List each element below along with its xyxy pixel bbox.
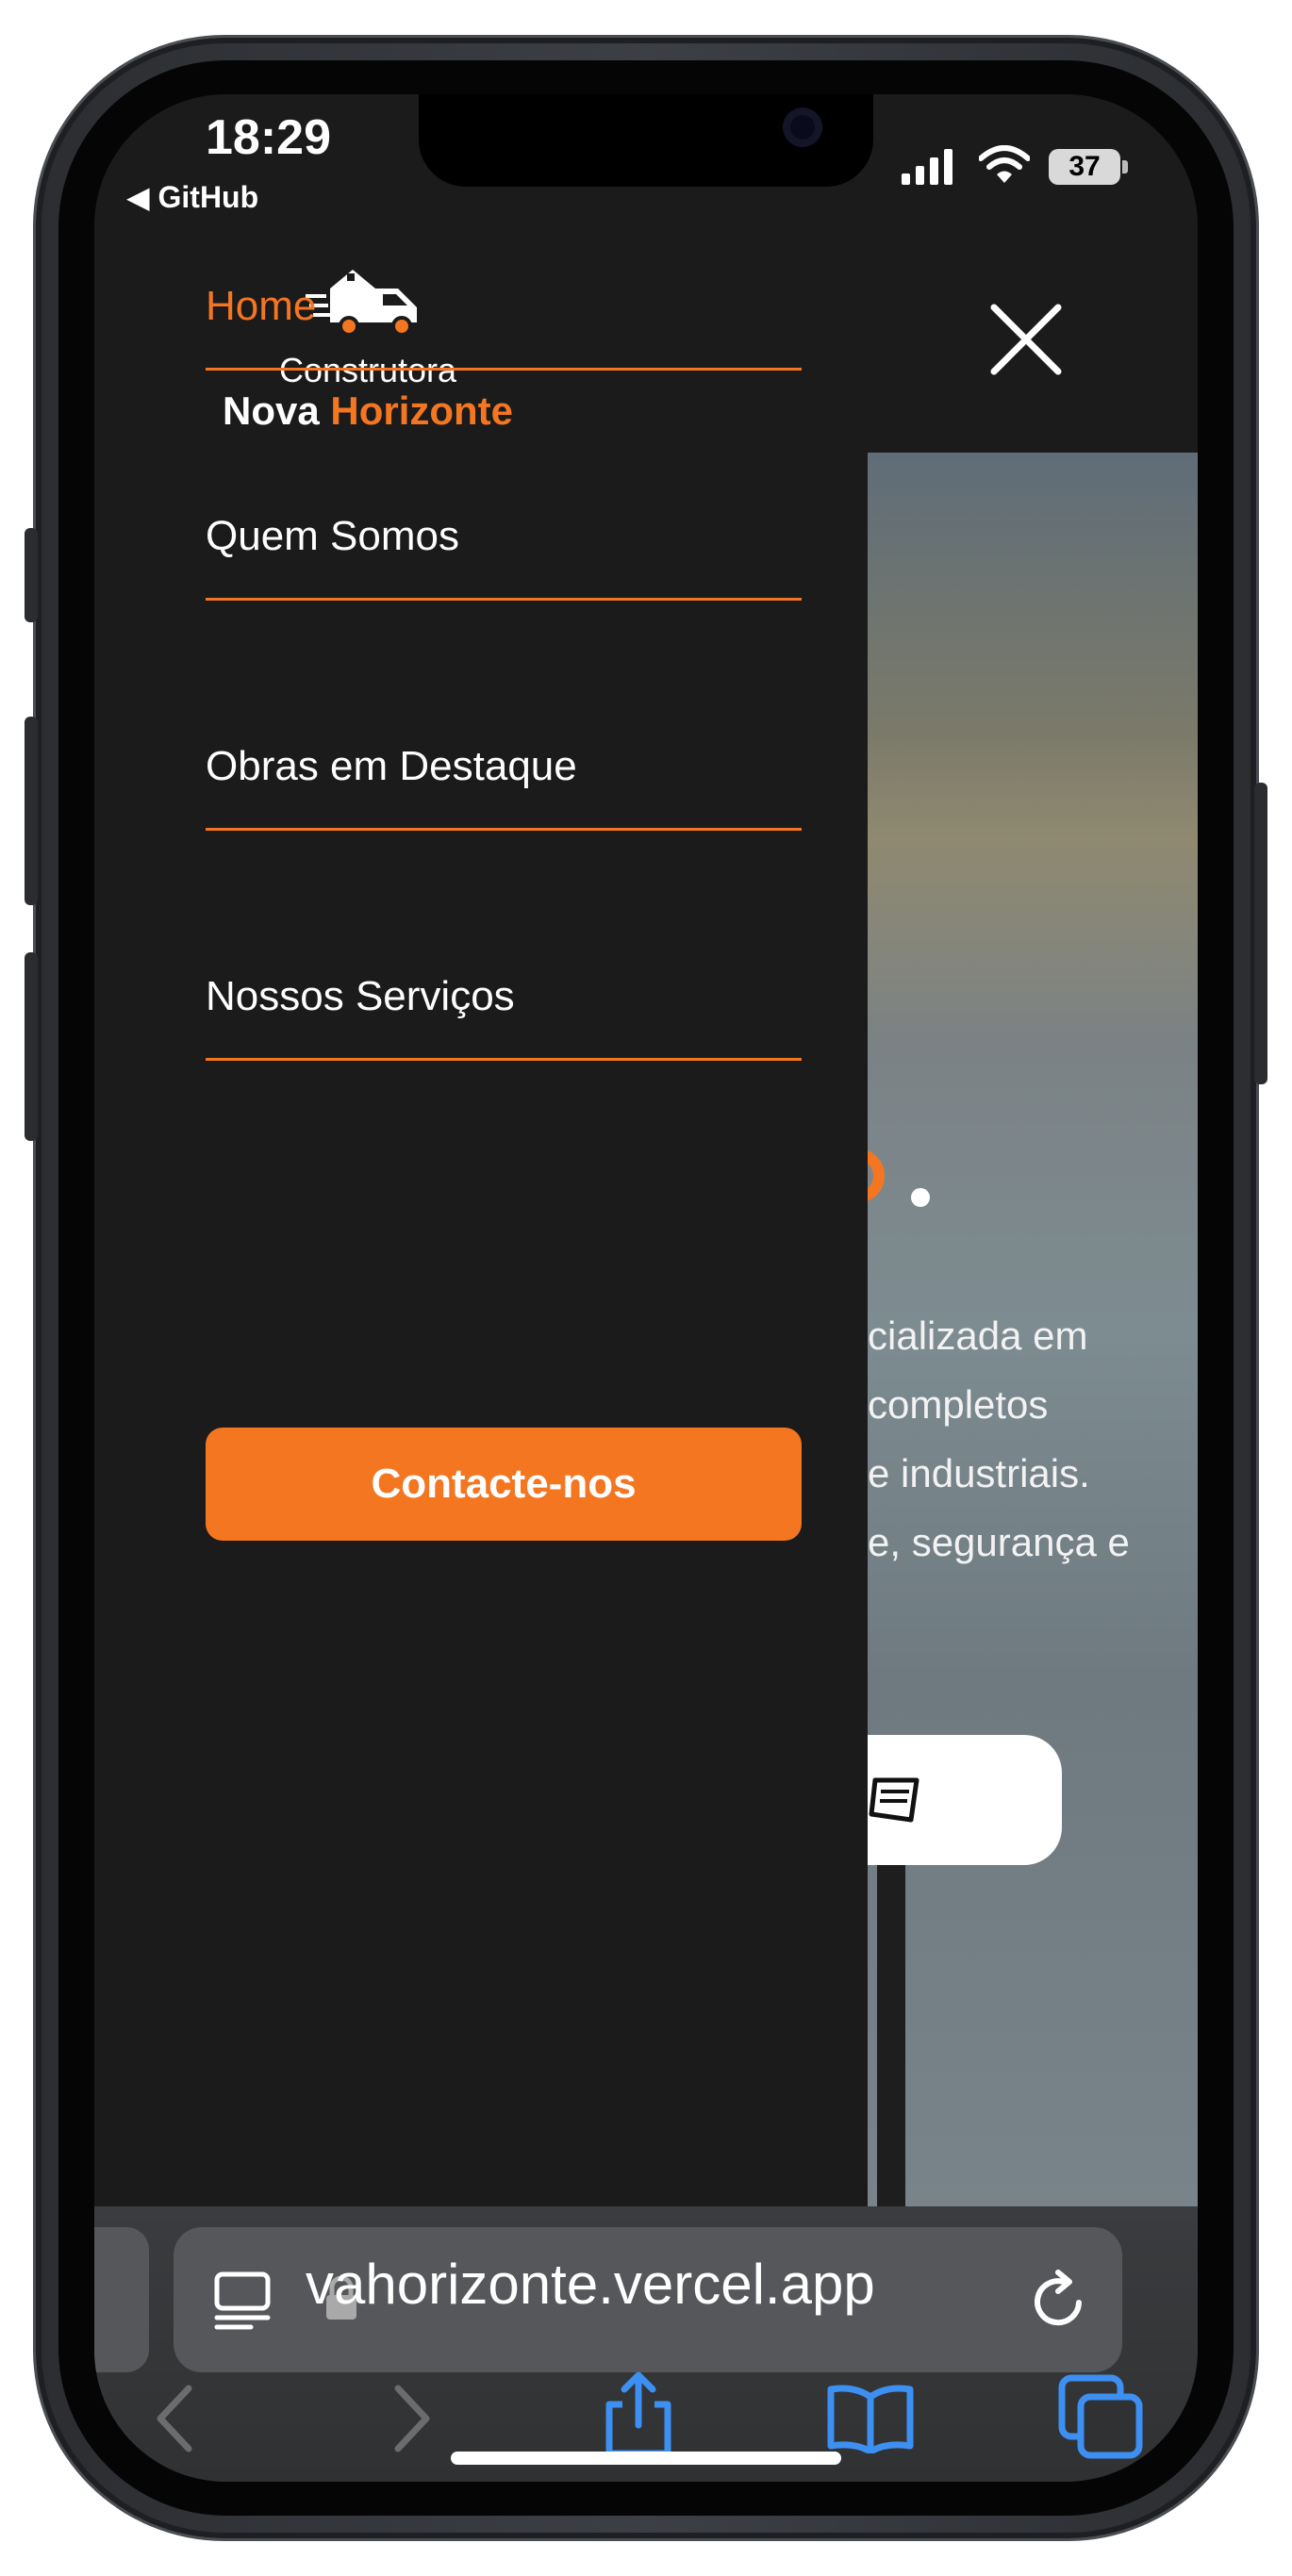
browser-toolbar: vahorizonte.vercel.app [94,2206,1198,2482]
wifi-icon [979,145,1030,183]
hero-line: e industriais. [868,1451,1090,1495]
tabs-icon[interactable] [1058,2374,1143,2459]
nav-item-label: Home [206,283,317,329]
hero-image-pole [877,1865,905,2206]
mute-switch [25,528,38,622]
screen: cializada em completos e industriais. e,… [94,94,1198,2482]
reload-icon[interactable] [1030,2269,1090,2331]
home-indicator[interactable] [451,2452,841,2465]
hero-description: cializada em completos e industriais. e,… [868,1301,1130,1577]
notch [419,94,873,187]
forward-icon[interactable] [387,2381,436,2456]
share-icon[interactable] [602,2370,675,2459]
close-icon[interactable] [988,302,1064,377]
hero-line: cializada em [868,1313,1088,1358]
battery-tip [1122,160,1128,173]
bookmarks-icon[interactable] [826,2384,915,2453]
reader-icon[interactable] [213,2271,272,2331]
nav-item-label: Nossos Serviços [206,973,515,1019]
back-to-app-link[interactable]: ◀ GitHub [126,179,258,215]
hero-line: e, segurança e [868,1520,1130,1564]
contact-button[interactable]: Contacte-nos [206,1428,802,1541]
nav-item-home[interactable]: Home [206,273,802,371]
back-to-app-label: GitHub [157,180,259,214]
battery-icon: 37 [1049,149,1120,185]
hero-line: completos [868,1382,1049,1427]
logo-word-accent: Horizonte [330,388,514,433]
previous-tab-preview[interactable] [94,2227,149,2372]
mobile-menu-drawer: Construtora Nova Horizonte Home Quem Som… [94,94,868,2206]
nav-item-obras-em-destaque[interactable]: Obras em Destaque [206,734,802,831]
back-triangle-icon: ◀ [126,180,158,214]
status-time: 18:29 [206,110,331,165]
url-text[interactable]: vahorizonte.vercel.app [306,2252,875,2317]
power-button [1254,783,1267,1084]
nav-item-label: Quem Somos [206,513,459,559]
front-camera [783,107,822,147]
logo-word-main: Nova [222,388,320,433]
cellular-signal-icon [902,149,952,185]
nav-item-quem-somos[interactable]: Quem Somos [206,504,802,601]
document-icon [869,1777,919,1823]
volume-down-button [25,952,38,1141]
volume-up-button [25,717,38,905]
back-icon[interactable] [151,2381,200,2456]
nav-item-nossos-servicos[interactable]: Nossos Serviços [206,964,802,1061]
hero-title-dot [911,1188,930,1207]
nav-item-label: Obras em Destaque [206,743,577,789]
logo-line2: Nova Horizonte [94,388,641,434]
